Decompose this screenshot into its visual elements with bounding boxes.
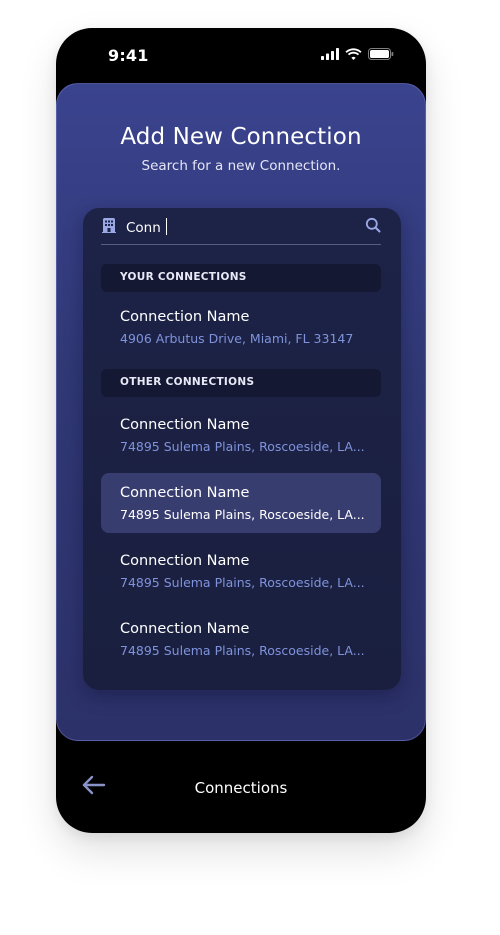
status-bar: 9:41 bbox=[56, 28, 426, 83]
section-header-your-connections: YOUR CONNECTIONS bbox=[101, 264, 381, 292]
bottom-bar-title: Connections bbox=[194, 779, 288, 797]
connection-address: 4906 Arbutus Drive, Miami, FL 33147 bbox=[120, 331, 354, 346]
status-icons bbox=[321, 48, 394, 60]
connection-name: Connection Name bbox=[120, 553, 250, 569]
search-icon[interactable] bbox=[365, 217, 381, 233]
connection-address: 74895 Sulema Plains, Roscoeside, LA... bbox=[120, 439, 365, 454]
bottom-bar: Connections bbox=[56, 741, 426, 833]
page-subtitle: Search for a new Connection. bbox=[141, 158, 341, 174]
section-header-other-connections: OTHER CONNECTIONS bbox=[101, 369, 381, 397]
status-time: 9:41 bbox=[108, 46, 149, 65]
connection-name: Connection Name bbox=[120, 485, 250, 501]
page-title: Add New Connection bbox=[120, 124, 362, 150]
add-connection-card: Add New Connection Search for a new Conn… bbox=[56, 83, 426, 741]
section-label: YOUR CONNECTIONS bbox=[120, 271, 247, 283]
text-caret bbox=[165, 218, 167, 235]
phone-frame: 9:41 Add New Connection Search for a new… bbox=[56, 28, 426, 833]
search-panel: Conn YOUR CONNECTIONS Connection Name 49… bbox=[83, 208, 401, 690]
connection-item-selected[interactable]: Connection Name 74895 Sulema Plains, Ros… bbox=[101, 473, 381, 533]
connection-address: 74895 Sulema Plains, Roscoeside, LA... bbox=[120, 643, 365, 658]
connection-name: Connection Name bbox=[120, 621, 250, 637]
wifi-icon bbox=[345, 48, 362, 60]
connection-item[interactable]: Connection Name 4906 Arbutus Drive, Miam… bbox=[101, 297, 381, 357]
connection-item[interactable]: Connection Name 74895 Sulema Plains, Ros… bbox=[101, 609, 381, 669]
connection-item[interactable]: Connection Name 74895 Sulema Plains, Ros… bbox=[101, 405, 381, 465]
search-value-text: Conn bbox=[126, 220, 161, 236]
building-icon bbox=[102, 218, 116, 233]
search-input[interactable]: Conn bbox=[101, 208, 381, 245]
section-label: OTHER CONNECTIONS bbox=[120, 376, 255, 388]
connection-item[interactable]: Connection Name 74895 Sulema Plains, Ros… bbox=[101, 541, 381, 601]
connection-name: Connection Name bbox=[120, 309, 250, 325]
signal-icon bbox=[321, 48, 339, 60]
battery-icon bbox=[368, 48, 394, 60]
search-value[interactable]: Conn bbox=[126, 218, 167, 236]
connection-name: Connection Name bbox=[120, 417, 250, 433]
connection-address: 74895 Sulema Plains, Roscoeside, LA... bbox=[120, 575, 365, 590]
connection-address: 74895 Sulema Plains, Roscoeside, LA... bbox=[120, 507, 365, 522]
